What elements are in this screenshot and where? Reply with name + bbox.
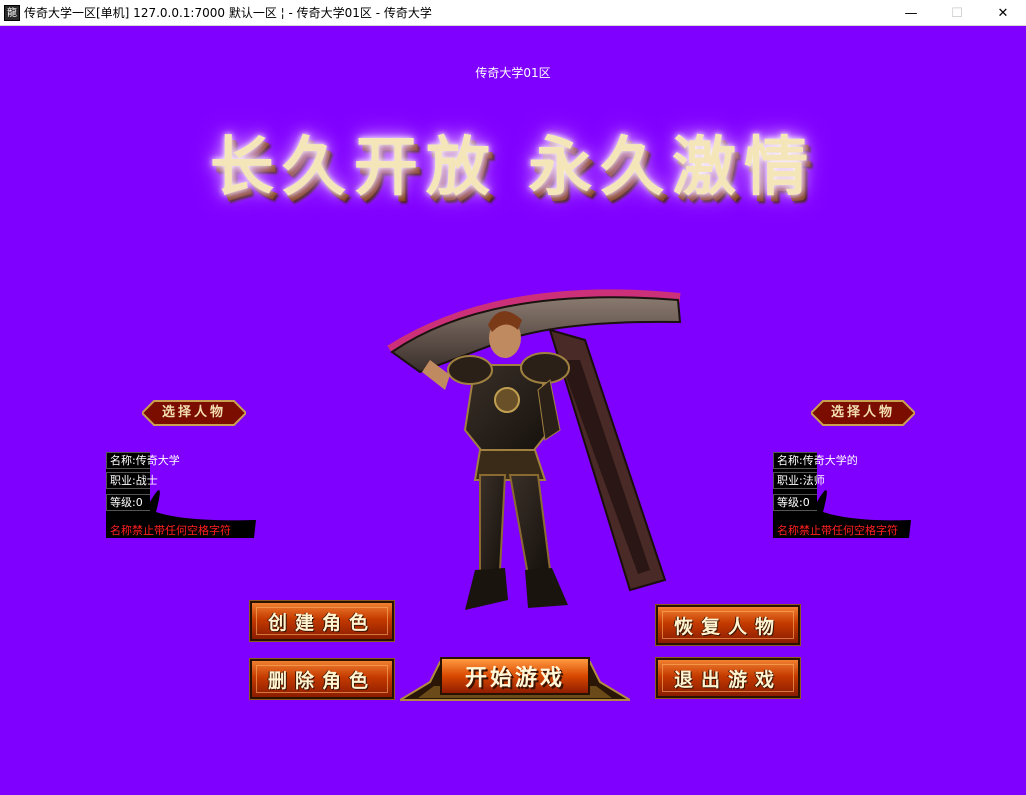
character-level: 0 [135,496,143,509]
delete-character-label: 删除角色 [267,669,376,692]
window-title: 传奇大学一区[单机] 127.0.0.1:7000 默认一区 ¦ - 传奇大学0… [24,6,432,20]
start-button-core: 开始游戏 [440,657,590,695]
maximize-button[interactable]: ☐ [934,0,980,26]
minimize-button[interactable]: — [888,0,934,26]
select-character-left-label: 选择人物 [161,405,226,420]
character-level: 0 [802,496,810,509]
slogan-text: 长久开放 永久激情 [209,130,817,205]
close-icon: ✕ [997,5,1009,21]
delete-character-button[interactable]: 删除角色 [249,658,395,700]
warrior-character-image [387,289,682,610]
name-label: 名称: [110,454,136,467]
level-row: 等级:0 [110,494,143,511]
character-class: 战士 [135,474,158,487]
character-name: 传奇大学 [135,454,180,467]
restore-character-button[interactable]: 恢复人物 [655,604,801,646]
class-row: 职业:战士 [110,472,158,489]
minimize-icon: — [904,5,918,21]
slogan-banner: 长久开放 永久激情 [0,118,1026,218]
exit-game-button[interactable]: 退出游戏 [655,657,801,699]
start-game-button[interactable]: 开始游戏 [400,652,630,702]
level-row: 等级:0 [777,494,810,511]
class-label: 职业: [110,474,136,487]
name-row: 名称:传奇大学 [110,452,180,469]
exit-game-label: 退出游戏 [673,668,782,691]
select-character-right-label: 选择人物 [830,405,895,420]
select-character-left-banner[interactable]: 选择人物 [142,400,246,426]
class-row: 职业:法师 [777,472,825,489]
create-character-button[interactable]: 创建角色 [249,600,395,642]
name-warning: 名称禁止带任何空格字符 [110,524,231,537]
class-label: 职业: [777,474,803,487]
select-character-right-banner[interactable]: 选择人物 [811,400,915,426]
name-warning: 名称禁止带任何空格字符 [777,524,898,537]
character-class: 法师 [802,474,825,487]
name-label: 名称: [777,454,803,467]
restore-character-label: 恢复人物 [673,615,782,638]
name-row: 名称:传奇大学的 [777,452,858,469]
maximize-icon: ☐ [951,5,963,21]
character-info-right[interactable]: 名称:传奇大学的 职业:法师 等级:0 名称禁止带任何空格字符 [773,452,923,542]
start-game-label: 开始游戏 [464,665,565,691]
character-info-left[interactable]: 名称:传奇大学 职业:战士 等级:0 名称禁止带任何空格字符 [106,452,256,542]
close-button[interactable]: ✕ [980,0,1026,26]
character-name: 传奇大学的 [802,454,858,467]
create-character-label: 创建角色 [267,611,376,634]
app-icon: 龍 [4,5,20,21]
server-name: 传奇大学01区 [475,66,551,80]
level-label: 等级: [777,496,803,509]
level-label: 等级: [110,496,136,509]
window-title-bar[interactable]: 龍 传奇大学一区[单机] 127.0.0.1:7000 默认一区 ¦ - 传奇大… [0,0,1026,26]
